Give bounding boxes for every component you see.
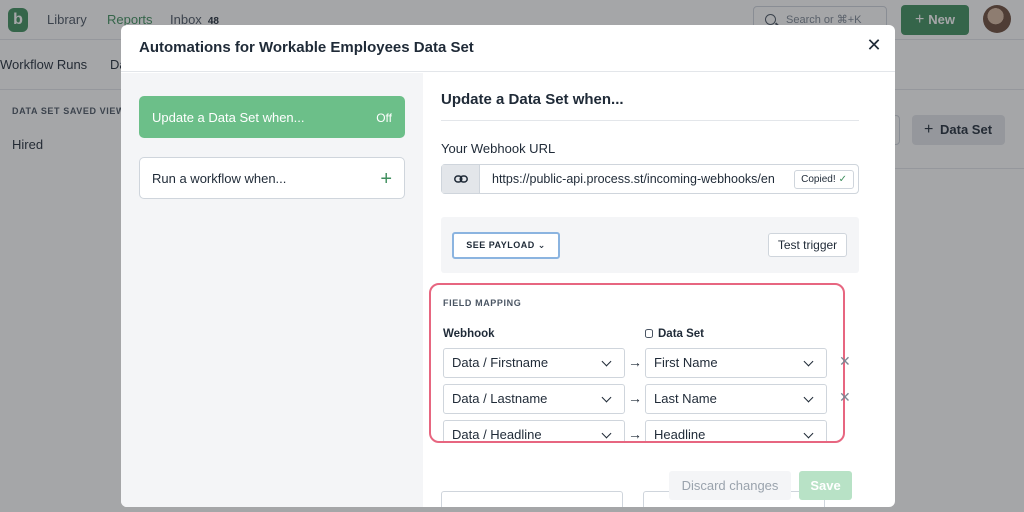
trigger-label: Update a Data Set when... xyxy=(152,110,305,125)
remove-mapping-icon[interactable]: ✕ xyxy=(839,389,851,406)
save-button[interactable]: Save xyxy=(799,471,852,500)
dataset-field-select[interactable]: Last Name xyxy=(645,384,827,414)
plus-icon[interactable]: + xyxy=(380,158,392,200)
dataset-field-value: Last Name xyxy=(654,391,717,406)
divider xyxy=(441,120,859,121)
section-title: Update a Data Set when... xyxy=(441,91,624,108)
webhook-field-select[interactable] xyxy=(441,491,623,507)
automations-modal: Automations for Workable Employees Data … xyxy=(121,25,895,507)
arrow-right-icon: → xyxy=(628,390,642,406)
trigger-list: Update a Data Set when... Off Run a work… xyxy=(121,73,423,507)
webhook-column-header: Webhook xyxy=(443,328,495,340)
check-icon: ✓ xyxy=(838,174,847,185)
chevron-down-icon xyxy=(600,349,616,377)
chevron-down-icon xyxy=(802,385,818,413)
modal-header: Automations for Workable Employees Data … xyxy=(121,25,895,72)
trigger-run-workflow[interactable]: Run a workflow when... + xyxy=(139,157,405,199)
modal-footer: Discard changes Save xyxy=(423,425,895,507)
trigger-status: Off xyxy=(376,111,392,125)
chevron-down-icon xyxy=(802,349,818,377)
see-payload-label: SEE PAYLOAD xyxy=(466,240,535,250)
see-payload-button[interactable]: SEE PAYLOAD ⌄ xyxy=(452,232,560,259)
arrow-right-icon: → xyxy=(628,354,642,370)
field-mapping-label: FIELD MAPPING xyxy=(443,298,522,308)
trigger-update-data-set[interactable]: Update a Data Set when... Off xyxy=(139,96,405,138)
webhook-url-value[interactable]: https://public-api.process.st/incoming-w… xyxy=(492,172,794,186)
webhook-url-field[interactable]: https://public-api.process.st/incoming-w… xyxy=(441,164,859,194)
payload-panel: SEE PAYLOAD ⌄ Test trigger xyxy=(441,217,859,273)
dataset-column-header: Data Set xyxy=(645,328,704,340)
dataset-column-label: Data Set xyxy=(658,328,705,340)
webhook-url-label: Your Webhook URL xyxy=(441,141,556,156)
field-mapping-section: FIELD MAPPING Webhook Data Set Data / Fi… xyxy=(429,283,851,443)
webhook-field-value: Data / Firstname xyxy=(452,355,549,370)
dataset-field-value: First Name xyxy=(654,355,718,370)
webhook-field-value: Data / Lastname xyxy=(452,391,548,406)
chevron-down-icon xyxy=(600,385,616,413)
copy-url-button[interactable]: Copied! ✓ xyxy=(794,170,854,189)
link-icon-box xyxy=(442,165,480,193)
remove-mapping-icon[interactable]: ✕ xyxy=(839,353,851,370)
test-trigger-button[interactable]: Test trigger xyxy=(768,233,847,257)
webhook-field-select[interactable]: Data / Firstname xyxy=(443,348,625,378)
dataset-field-select[interactable]: First Name xyxy=(645,348,827,378)
webhook-field-select[interactable]: Data / Lastname xyxy=(443,384,625,414)
modal-title: Automations for Workable Employees Data … xyxy=(139,39,474,56)
trigger-config-panel: Update a Data Set when... Your Webhook U… xyxy=(423,73,895,507)
close-icon[interactable]: ✕ xyxy=(864,35,884,55)
chevron-down-icon: ⌄ xyxy=(537,240,546,250)
discard-changes-button[interactable]: Discard changes xyxy=(669,471,791,500)
link-icon xyxy=(454,175,468,183)
copied-label: Copied! xyxy=(801,174,836,185)
database-icon xyxy=(645,329,653,338)
trigger-label: Run a workflow when... xyxy=(152,171,287,186)
